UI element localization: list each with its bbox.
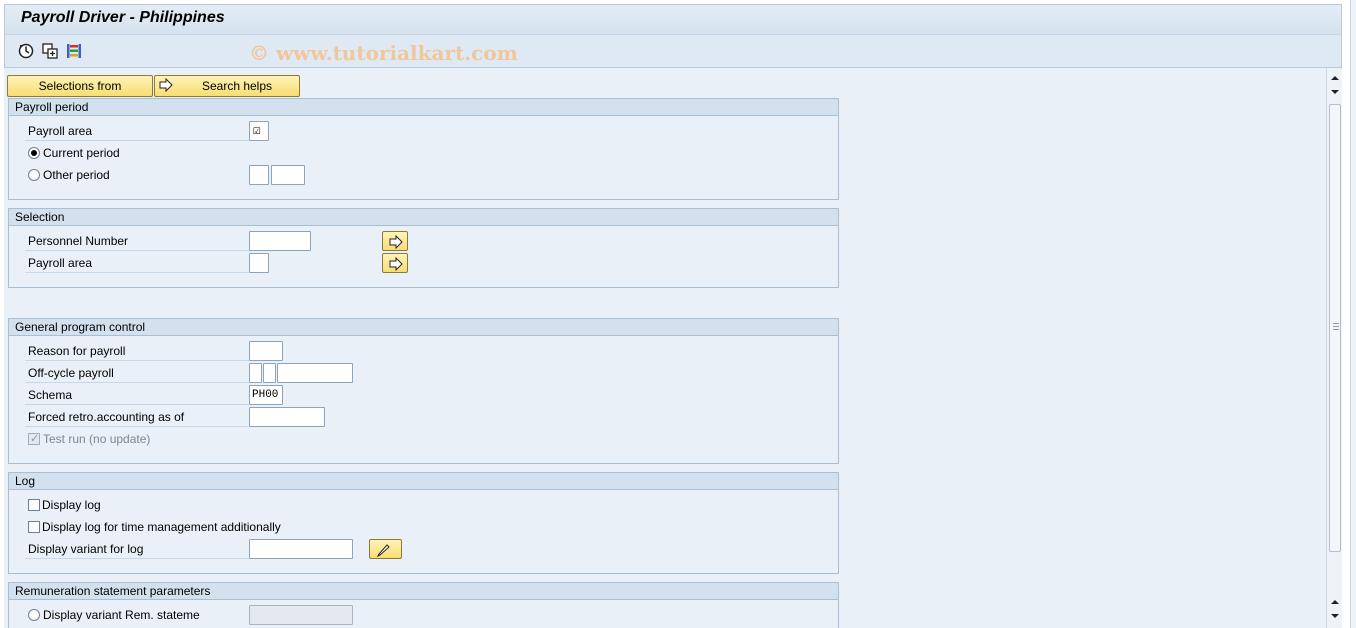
schema-input[interactable]: PH00 <box>249 385 283 405</box>
display-log-tm-row: Display log for time management addition… <box>21 517 821 537</box>
reason-input[interactable] <box>249 341 283 361</box>
pencil-icon <box>376 544 390 557</box>
other-period-input-2[interactable] <box>271 165 305 185</box>
display-log-label: Display log <box>42 498 101 512</box>
forced-retro-label: Forced retro.accounting as of <box>28 410 185 424</box>
remuneration-header: Remuneration statement parameters <box>9 583 838 600</box>
arrow-right-icon <box>389 257 403 271</box>
reason-label: Reason for payroll <box>28 344 126 358</box>
checkmark-icon: ☑ <box>253 123 261 138</box>
label-underline <box>25 558 249 559</box>
execute-icon[interactable] <box>17 42 35 60</box>
arrow-right-icon <box>159 77 173 98</box>
forced-retro-date-input[interactable] <box>249 407 325 427</box>
offcycle-date-input[interactable] <box>277 363 353 383</box>
payroll-area-multiple-selection-button[interactable] <box>382 253 408 273</box>
checkmark-icon: ✓ <box>30 433 40 445</box>
other-period-input-1[interactable] <box>249 165 269 185</box>
personnel-number-label: Personnel Number <box>28 234 129 248</box>
personnel-number-row: Personnel Number <box>21 231 821 251</box>
scrollbar-thumb[interactable] <box>1329 104 1341 552</box>
label-underline <box>25 426 249 427</box>
watermark: © www.tutorialkart.com <box>249 41 518 65</box>
test-run-checkbox: ✓ <box>28 433 40 445</box>
label-underline <box>25 404 249 405</box>
payroll-period-group: Payroll period Payroll area ☑ Current pe… <box>8 98 839 200</box>
log-group: Log Display log Display log for time man… <box>8 472 839 574</box>
selections-from-button[interactable]: Selections from <box>7 75 153 97</box>
scroll-up-icon-bottom[interactable] <box>1330 596 1340 606</box>
arrow-right-icon <box>389 235 403 249</box>
title-bar: Payroll Driver - Philippines <box>4 4 1342 34</box>
remuneration-variant-input <box>249 605 353 625</box>
test-run-row: ✓ Test run (no update) <box>21 429 821 449</box>
selection-group: Selection Personnel Number Payroll area <box>8 208 839 288</box>
label-underline <box>25 360 249 361</box>
current-period-radio[interactable] <box>28 147 40 159</box>
selection-screen: Selections from Search helps Payroll per… <box>4 68 1326 628</box>
edit-variant-button[interactable] <box>369 539 402 559</box>
window-right-scroll-area <box>1350 0 1356 628</box>
payroll-area-checkbox[interactable]: ☑ <box>249 121 269 141</box>
label-underline <box>25 272 249 273</box>
schema-row: Schema PH00 <box>21 385 821 405</box>
remuneration-variant-row: Display variant Rem. stateme <box>21 605 821 625</box>
offcycle-row: Off-cycle payroll <box>21 363 821 383</box>
selection-options-icon[interactable] <box>65 42 83 60</box>
scroll-up-icon[interactable] <box>1330 72 1340 82</box>
current-period-row: Current period <box>21 143 821 163</box>
label-underline <box>25 140 249 141</box>
scroll-down-icon-bottom[interactable] <box>1330 610 1340 620</box>
label-underline <box>25 250 249 251</box>
current-period-label: Current period <box>43 146 120 160</box>
remuneration-variant-radio[interactable] <box>28 609 40 621</box>
selection-payroll-area-label: Payroll area <box>28 256 93 270</box>
reason-row: Reason for payroll <box>21 341 821 361</box>
other-period-radio[interactable] <box>28 169 40 181</box>
scroll-down-icon[interactable] <box>1330 86 1340 96</box>
payroll-period-header: Payroll period <box>9 99 838 116</box>
display-variant-log-row: Display variant for log <box>21 539 821 559</box>
search-helps-label: Search helps <box>201 79 273 93</box>
payroll-area-label: Payroll area <box>28 124 93 138</box>
offcycle-input-1[interactable] <box>249 363 262 383</box>
general-program-control-header: General program control <box>9 319 838 336</box>
log-header: Log <box>9 473 838 490</box>
display-log-checkbox[interactable] <box>28 499 40 511</box>
forced-retro-row: Forced retro.accounting as of <box>21 407 821 427</box>
page-title: Payroll Driver - Philippines <box>21 9 225 26</box>
display-variant-log-input[interactable] <box>249 539 353 559</box>
display-log-row: Display log <box>21 495 821 515</box>
variant-icon[interactable] <box>41 42 59 60</box>
general-program-control-group: General program control Reason for payro… <box>8 318 839 464</box>
grip-icon <box>1333 323 1339 332</box>
remuneration-variant-label: Display variant Rem. stateme <box>43 608 200 622</box>
display-log-tm-label: Display log for time management addition… <box>42 520 281 534</box>
selection-header: Selection <box>9 209 838 226</box>
application-toolbar: © www.tutorialkart.com <box>4 34 1342 68</box>
offcycle-input-2[interactable] <box>263 363 276 383</box>
test-run-label: Test run (no update) <box>43 432 151 446</box>
search-helps-button[interactable]: Search helps <box>154 75 300 97</box>
personnel-number-input[interactable] <box>249 231 311 251</box>
display-variant-log-label: Display variant for log <box>28 542 144 556</box>
other-period-row: Other period <box>21 165 821 185</box>
other-period-label: Other period <box>43 168 110 182</box>
label-underline <box>25 382 249 383</box>
selections-from-label: Selections from <box>38 79 122 93</box>
vertical-scrollbar[interactable] <box>1326 68 1342 628</box>
display-log-tm-checkbox[interactable] <box>28 521 40 533</box>
personnel-number-multiple-selection-button[interactable] <box>382 231 408 251</box>
selection-payroll-area-input[interactable] <box>249 253 269 273</box>
selection-payroll-area-row: Payroll area <box>21 253 821 273</box>
payroll-area-row: Payroll area ☑ <box>21 121 821 141</box>
remuneration-group: Remuneration statement parameters Displa… <box>8 582 839 628</box>
schema-label: Schema <box>28 388 73 402</box>
offcycle-label: Off-cycle payroll <box>28 366 114 380</box>
